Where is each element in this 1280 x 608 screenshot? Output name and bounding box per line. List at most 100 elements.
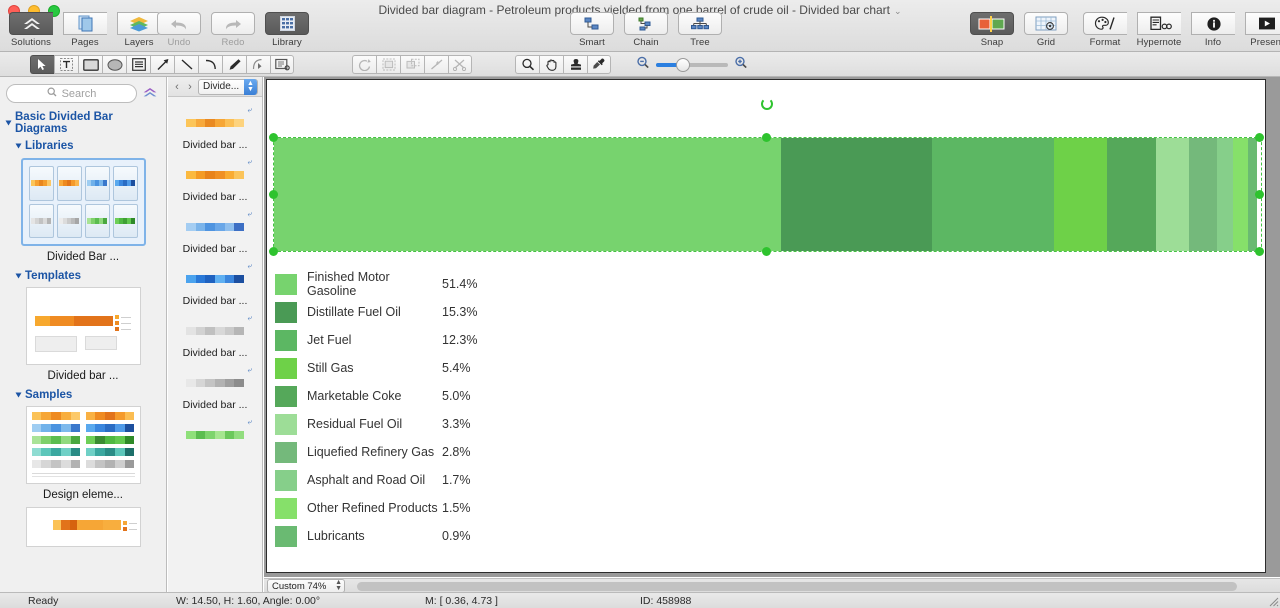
legend-item[interactable]: Residual Fuel Oil 3.3%	[275, 410, 477, 438]
snap-button[interactable]: Snap	[965, 12, 1019, 48]
chevron-left-icon[interactable]: ‹	[172, 81, 182, 93]
hand-tool[interactable]	[539, 55, 563, 74]
pen-tool[interactable]	[222, 55, 246, 74]
library-thumbnail[interactable]	[20, 158, 146, 246]
eyedropper-tool[interactable]	[587, 55, 611, 74]
page-list-item[interactable]: ⤶ Divided bar ...	[168, 307, 262, 359]
search-input[interactable]: Search	[6, 84, 137, 103]
solutions-home-icon[interactable]	[140, 86, 160, 101]
page-list-item[interactable]: ⤶ Divided bar ...	[168, 151, 262, 203]
library-button[interactable]: Library	[260, 12, 314, 48]
bar-segment-6[interactable]	[1188, 138, 1217, 251]
note-tool[interactable]	[126, 55, 150, 74]
bezier-edit-tool[interactable]	[246, 55, 270, 74]
horizontal-scrollbar-row[interactable]: Custom 74% ▲ ▼	[264, 578, 1280, 593]
legend-item[interactable]: Jet Fuel 12.3%	[275, 326, 477, 354]
callout-tool[interactable]	[270, 55, 294, 74]
tree-button[interactable]: Tree	[673, 12, 727, 48]
document-page[interactable]: Finished Motor Gasoline 51.4% Distillate…	[266, 79, 1266, 573]
sample-item[interactable]: Design eleme...	[0, 406, 166, 501]
window-resize-grip[interactable]	[1266, 594, 1279, 607]
selection-handle-top-left[interactable]	[269, 133, 278, 142]
selection-handle-top-center[interactable]	[762, 133, 771, 142]
ellipse-tool[interactable]	[102, 55, 126, 74]
legend-item[interactable]: Lubricants 0.9%	[275, 522, 477, 550]
rotate-handle-icon[interactable]	[761, 98, 773, 110]
curve-tool[interactable]	[198, 55, 222, 74]
selection-handle-middle-right[interactable]	[1255, 190, 1264, 199]
legend-item[interactable]: Marketable Coke 5.0%	[275, 382, 477, 410]
template-item[interactable]: Divided bar ...	[0, 287, 166, 382]
present-button[interactable]: Present	[1240, 12, 1280, 48]
ungroup-tool[interactable]	[400, 55, 424, 74]
bar-segment-8[interactable]	[1233, 138, 1249, 251]
chevron-right-icon[interactable]: ›	[185, 81, 195, 93]
solutions-button[interactable]: Solutions	[4, 12, 58, 48]
zoom-tool[interactable]	[515, 55, 539, 74]
stepper-icon[interactable]: ▲ ▼	[335, 579, 342, 592]
sidebar-group-root[interactable]: Basic Divided Bar Diagrams	[0, 107, 166, 137]
sidebar-section-templates[interactable]: Templates	[0, 267, 166, 284]
zoom-slider-knob[interactable]	[676, 58, 690, 72]
bar-segment-5[interactable]	[1156, 138, 1189, 251]
zoom-slider-control[interactable]	[636, 56, 748, 74]
selection-handle-middle-left[interactable]	[269, 190, 278, 199]
library-item[interactable]: Divided Bar ...	[0, 158, 166, 263]
legend-item[interactable]: Still Gas 5.4%	[275, 354, 477, 382]
stepper-icon[interactable]: ▲ ▼	[244, 78, 257, 95]
selection-handle-bottom-right[interactable]	[1255, 247, 1264, 256]
cut-tool[interactable]	[448, 55, 472, 74]
selection-handle-bottom-center[interactable]	[762, 247, 771, 256]
sample-thumbnail[interactable]	[25, 507, 141, 547]
hypernote-button[interactable]: Hypernote	[1132, 12, 1186, 48]
zoom-in-icon[interactable]	[734, 56, 748, 74]
text-tool[interactable]	[54, 55, 78, 74]
page-list-item[interactable]: ⤶ Divided bar ...	[168, 255, 262, 307]
bar-segment-2[interactable]	[932, 138, 1054, 251]
split-tool[interactable]	[424, 55, 448, 74]
selection-handle-bottom-left[interactable]	[269, 247, 278, 256]
select-arrow-tool[interactable]	[30, 55, 54, 74]
zoom-level-select[interactable]: Custom 74% ▲ ▼	[267, 579, 345, 593]
pages-button[interactable]: Pages	[58, 12, 112, 48]
title-chevron-down-icon[interactable]: ⌄	[894, 6, 902, 16]
sample-thumbnail[interactable]	[25, 406, 141, 484]
page-list-item[interactable]: ⤶	[168, 411, 262, 439]
bar-segment-1[interactable]	[781, 138, 933, 251]
legend-item[interactable]: Liquefied Refinery Gas 2.8%	[275, 438, 477, 466]
zoom-out-icon[interactable]	[636, 56, 650, 74]
legend-item[interactable]: Finished Motor Gasoline 51.4%	[275, 270, 477, 298]
sidebar-section-samples[interactable]: Samples	[0, 386, 166, 403]
template-thumbnail[interactable]	[25, 287, 141, 365]
page-selector[interactable]: Divide... ▲ ▼	[198, 78, 258, 95]
bar-segment-3[interactable]	[1053, 138, 1107, 251]
format-button[interactable]: Format	[1078, 12, 1132, 48]
pages-list[interactable]: ⤶ Divided bar ... ⤶ Divided bar ... ⤶ Di…	[168, 97, 262, 591]
legend-item[interactable]: Other Refined Products 1.5%	[275, 494, 477, 522]
arrow-line-tool[interactable]	[150, 55, 174, 74]
horizontal-scroll-thumb[interactable]	[357, 581, 1237, 591]
page-list-item[interactable]: ⤶ Divided bar ...	[168, 99, 262, 151]
group-tool[interactable]	[376, 55, 400, 74]
stamp-tool[interactable]	[563, 55, 587, 74]
redo-button[interactable]: Redo	[206, 12, 260, 48]
page-list-item[interactable]: ⤶ Divided bar ...	[168, 203, 262, 255]
page-list-item[interactable]: ⤶ Divided bar ...	[168, 359, 262, 411]
legend-item[interactable]: Distillate Fuel Oil 15.3%	[275, 298, 477, 326]
bar-segment-7[interactable]	[1216, 138, 1234, 251]
line-tool[interactable]	[174, 55, 198, 74]
chain-button[interactable]: Chain	[619, 12, 673, 48]
bar-segment-4[interactable]	[1107, 138, 1157, 251]
rotate-tool[interactable]	[352, 55, 376, 74]
undo-button[interactable]: Undo	[152, 12, 206, 48]
info-button[interactable]: Info	[1186, 12, 1240, 48]
legend-item[interactable]: Asphalt and Road Oil 1.7%	[275, 466, 477, 494]
selection-handle-top-right[interactable]	[1255, 133, 1264, 142]
canvas-area[interactable]: Finished Motor Gasoline 51.4% Distillate…	[264, 77, 1280, 577]
bar-segment-0[interactable]	[274, 138, 782, 251]
sample-item[interactable]	[0, 507, 166, 547]
zoom-slider-track[interactable]	[656, 58, 728, 72]
divided-bar-chart[interactable]	[274, 138, 1261, 251]
grid-button[interactable]: Grid	[1019, 12, 1073, 48]
rectangle-tool[interactable]	[78, 55, 102, 74]
